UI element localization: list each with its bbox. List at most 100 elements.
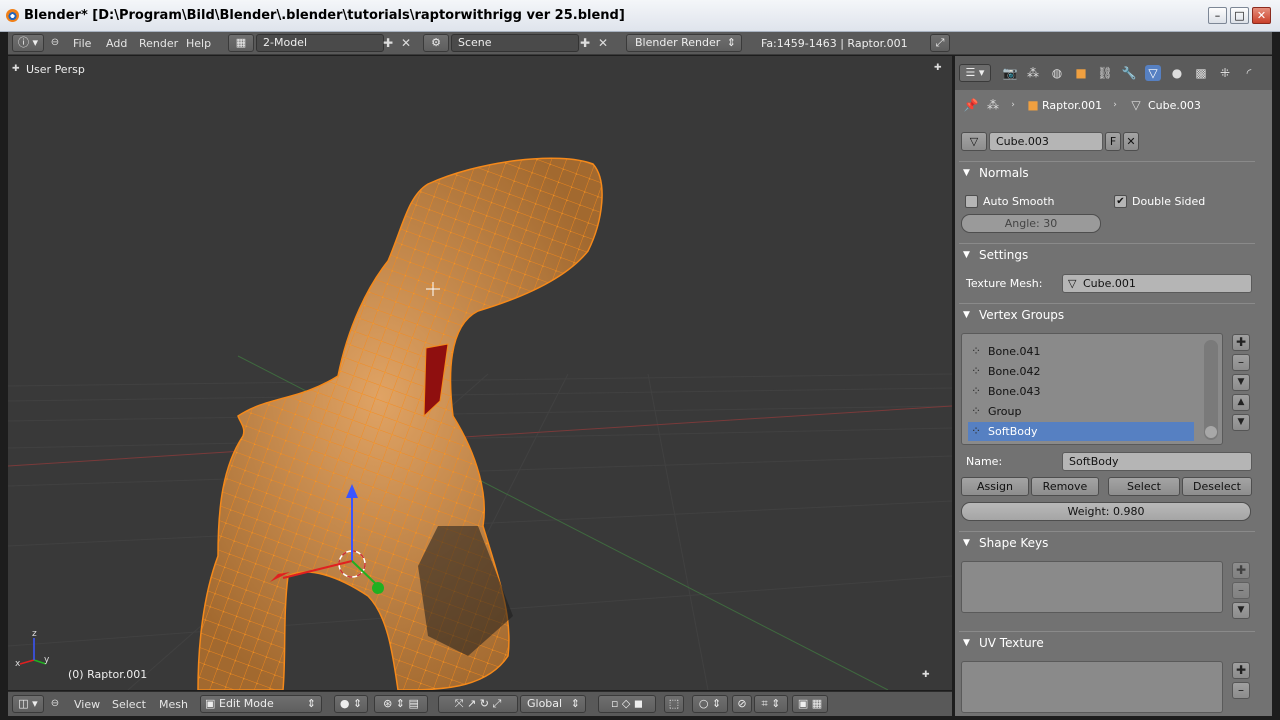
viewport-corner-plus-icon-right[interactable]: ✚: [934, 63, 942, 73]
settings-panel-header[interactable]: Settings: [959, 243, 1255, 267]
uv-texture-list[interactable]: [961, 661, 1223, 713]
vertex-group-specials-icon[interactable]: ▼: [1232, 374, 1250, 391]
shape-keys-panel-header[interactable]: Shape Keys: [959, 531, 1255, 555]
material-tab-icon[interactable]: ●: [1169, 65, 1185, 81]
render-tab-icon[interactable]: 📷: [1002, 65, 1018, 81]
add-screen-icon[interactable]: ✚: [380, 35, 396, 51]
orientation-label: Global: [527, 697, 563, 710]
collapse-menu-icon[interactable]: ⊖: [47, 35, 63, 51]
scene-tab-icon[interactable]: ⁂: [1025, 65, 1041, 81]
minimize-button[interactable]: –: [1208, 7, 1227, 24]
vertex-group-name-field[interactable]: SoftBody: [1062, 452, 1252, 471]
remove-shape-key-icon[interactable]: –: [1232, 582, 1250, 599]
unlink-icon[interactable]: ✕: [1123, 132, 1139, 151]
move-down-icon[interactable]: ▼: [1232, 414, 1250, 431]
close-button[interactable]: ✕: [1252, 7, 1271, 24]
menu-view[interactable]: View: [74, 698, 100, 711]
add-scene-icon[interactable]: ✚: [577, 35, 593, 51]
add-shape-key-icon[interactable]: ✚: [1232, 562, 1250, 579]
normals-panel-header[interactable]: Normals: [959, 161, 1255, 185]
particles-tab-icon[interactable]: ⁜: [1217, 65, 1233, 81]
menu-help[interactable]: Help: [186, 37, 211, 50]
editor-type-3dview-icon[interactable]: ◫ ▾: [12, 695, 44, 713]
uv-texture-panel-header[interactable]: UV Texture: [959, 631, 1255, 655]
viewport-shading-icon[interactable]: ● ⇕: [334, 695, 368, 713]
menu-render[interactable]: Render: [139, 37, 178, 50]
angle-field[interactable]: Angle: 30: [961, 214, 1101, 233]
render-icons[interactable]: ▣ ▦: [792, 695, 828, 713]
physics-tab-icon[interactable]: ◜: [1241, 65, 1257, 81]
editor-type-properties-icon[interactable]: ☰ ▾: [959, 64, 991, 82]
remove-uv-texture-icon[interactable]: –: [1232, 682, 1250, 699]
select-mode-icons[interactable]: ▫ ◇ ◼: [598, 695, 656, 713]
remove-vertex-group-icon[interactable]: –: [1232, 354, 1250, 371]
limit-selection-icon[interactable]: ⬚: [664, 695, 684, 713]
collapse-menu-icon-bottom[interactable]: ⊖: [47, 696, 63, 712]
double-sided-checkbox[interactable]: ✔: [1114, 195, 1127, 208]
constraints-tab-icon[interactable]: ⛓: [1097, 65, 1113, 81]
snap-icon[interactable]: ⊘: [732, 695, 752, 713]
assign-button[interactable]: Assign: [961, 477, 1029, 496]
texture-tab-icon[interactable]: ▩: [1193, 65, 1209, 81]
vertex-group-item[interactable]: Bone.041: [968, 342, 1194, 361]
editor-type-info-icon[interactable]: ⓘ ▾: [12, 34, 44, 52]
weight-slider[interactable]: Weight: 0.980: [961, 502, 1251, 521]
remove-screen-icon[interactable]: ✕: [398, 35, 414, 51]
pivot-point-icon[interactable]: ⊛ ⇕ ▤: [374, 695, 428, 713]
menu-mesh[interactable]: Mesh: [159, 698, 188, 711]
window-title: Blender* [D:\Program\Bild\Blender\.blend…: [24, 8, 625, 23]
add-vertex-group-icon[interactable]: ✚: [1232, 334, 1250, 351]
vertex-groups-panel-header[interactable]: Vertex Groups: [959, 303, 1255, 327]
vertex-group-item[interactable]: Group: [968, 402, 1194, 421]
breadcrumb-object: Raptor.001: [1042, 99, 1103, 112]
list-scrollbar[interactable]: [1204, 340, 1218, 440]
add-uv-texture-icon[interactable]: ✚: [1232, 662, 1250, 679]
screen-layout-field[interactable]: 2-Model: [256, 34, 384, 52]
shape-key-specials-icon[interactable]: ▼: [1232, 602, 1250, 619]
mesh-data-tab-icon[interactable]: ▽: [1145, 65, 1161, 81]
remove-button[interactable]: Remove: [1031, 477, 1099, 496]
maximize-button[interactable]: □: [1230, 7, 1249, 24]
menu-file[interactable]: File: [73, 37, 91, 50]
vertex-group-item-selected[interactable]: SoftBody: [968, 422, 1194, 441]
3d-view-header: ◫ ▾ ⊖ View Select Mesh ▣ Edit Mode ⇕ ● ⇕…: [8, 691, 952, 716]
fullscreen-icon[interactable]: ⤢: [930, 34, 950, 52]
window-titlebar: Blender* [D:\Program\Bild\Blender\.blend…: [0, 0, 1280, 32]
object-tab-icon[interactable]: ■: [1073, 65, 1089, 81]
scrollbar-thumb[interactable]: [1205, 426, 1217, 438]
world-tab-icon[interactable]: ◍: [1049, 65, 1065, 81]
vertex-groups-list[interactable]: Bone.041 Bone.042 Bone.043 Group SoftBod…: [961, 333, 1223, 445]
manipulator-toggle-icons[interactable]: ⤧ ↗ ↻ ⤢: [438, 695, 518, 713]
auto-smooth-checkbox[interactable]: [965, 195, 978, 208]
shape-keys-list[interactable]: [961, 561, 1223, 613]
mode-select[interactable]: ▣ Edit Mode ⇕: [200, 695, 322, 713]
mesh-browse-icon[interactable]: ▽: [961, 132, 987, 151]
modifiers-tab-icon[interactable]: 🔧: [1121, 65, 1137, 81]
remove-scene-icon[interactable]: ✕: [595, 35, 611, 51]
mesh-name-field[interactable]: Cube.003: [989, 132, 1103, 151]
orientation-select[interactable]: Global ⇕: [520, 695, 586, 713]
screen-layout-icon[interactable]: ▦: [228, 34, 254, 52]
dropdown-arrow-icon: ⇕: [570, 697, 580, 710]
vertex-group-item[interactable]: Bone.042: [968, 362, 1194, 381]
render-engine-select[interactable]: Blender Render ⇕: [626, 34, 742, 52]
pin-icon[interactable]: 📌: [963, 97, 979, 113]
viewport-corner-plus-icon[interactable]: ✚: [12, 64, 20, 74]
fake-user-button[interactable]: F: [1105, 132, 1121, 151]
scene-field[interactable]: Scene: [451, 34, 579, 52]
raptor-mesh[interactable]: [197, 157, 603, 690]
scene-icon[interactable]: ⚙: [423, 34, 449, 52]
select-button[interactable]: Select: [1108, 477, 1180, 496]
deselect-button[interactable]: Deselect: [1182, 477, 1252, 496]
texture-mesh-field[interactable]: ▽ Cube.001: [1062, 274, 1252, 293]
menu-add[interactable]: Add: [106, 37, 127, 50]
3d-viewport[interactable]: y z x ✚ User Persp ✚ (0) Raptor.001 ✚: [8, 56, 952, 690]
move-up-icon[interactable]: ▲: [1232, 394, 1250, 411]
vertex-group-item[interactable]: Bone.043: [968, 382, 1194, 401]
snap-element-icon[interactable]: ⌗ ⇕: [754, 695, 788, 713]
viewport-corner-plus-icon-bottom[interactable]: ✚: [922, 670, 930, 680]
proportional-edit-icon[interactable]: ○ ⇕: [692, 695, 728, 713]
svg-text:z: z: [32, 629, 37, 639]
menu-select[interactable]: Select: [112, 698, 146, 711]
dropdown-arrow-icon: ⇕: [726, 36, 736, 49]
